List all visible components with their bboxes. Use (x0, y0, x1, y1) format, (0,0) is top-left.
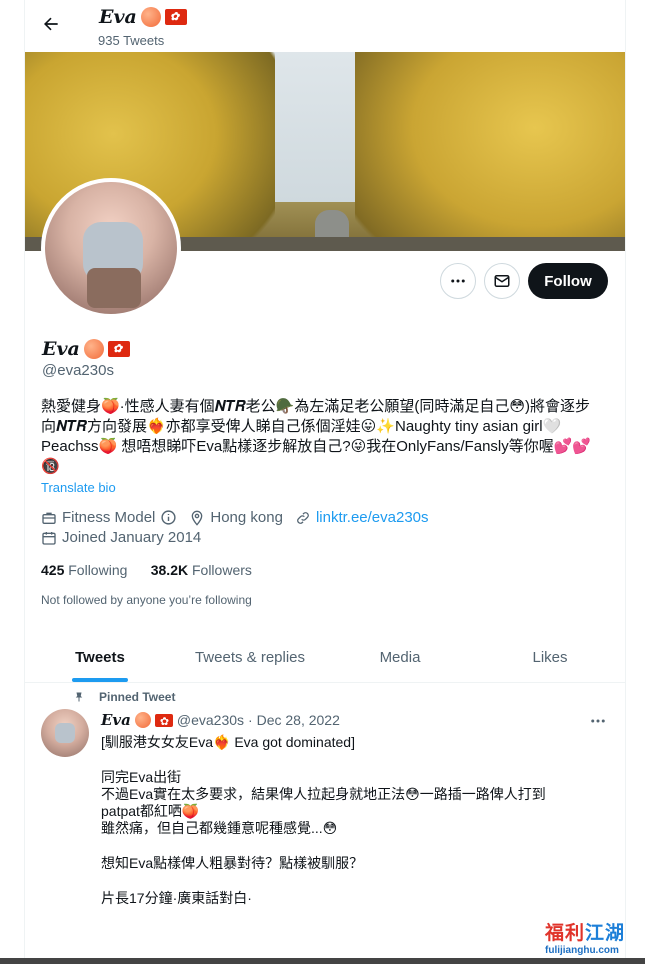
tweet-line (101, 872, 601, 890)
tab-label: Likes (532, 648, 568, 666)
banner-trees-right (355, 52, 625, 251)
watermark-text-a: 福利 (545, 923, 586, 944)
tweet-line: 雖然痛，但自己都幾鍾意呢種感覺...😳 (101, 820, 338, 836)
watermark-text-b: 江湖 (585, 923, 626, 944)
following-count: 425 (41, 562, 65, 578)
website-link[interactable]: linktr.ee/eva230s (316, 509, 429, 526)
category-text: Fitness Model (62, 509, 156, 526)
link-icon (297, 511, 309, 524)
translate-bio-link[interactable]: Translate bio (41, 480, 116, 495)
joined-row: Joined January 2014 (41, 529, 213, 546)
back-button[interactable] (33, 6, 69, 42)
avatar-skirt (87, 268, 141, 308)
tab-tweets-replies[interactable]: Tweets & replies (175, 632, 325, 682)
pin-icon (75, 692, 83, 702)
profile-name-text: Eva (42, 338, 80, 360)
watermark-url: fulijianghu.com (545, 945, 619, 956)
location-item: Hong kong (189, 509, 283, 526)
peach-emoji-icon (134, 712, 151, 728)
tweet-line: 同完Eva出街 (101, 769, 182, 785)
tweet-header: Eva @eva230s · Dec 28, 2022 (101, 711, 340, 729)
profile-bio: 熱愛健身🍑·性感人妻有個𝑵𝑻𝑹老公🪖為左滿足老公願望(同時滿足自己😳)將會逐步 … (41, 397, 611, 477)
profile-column: Eva 935 Tweets Follow Eva @eva230s 熱愛健身🍑… (24, 0, 626, 964)
pinned-indicator: Pinned Tweet (73, 690, 175, 704)
tweet-author-name[interactable]: Eva (101, 711, 131, 729)
more-horizontal-icon (451, 279, 465, 283)
tweet-date[interactable]: · Dec 28, 2022 (248, 712, 340, 728)
profile-name: Eva (42, 338, 130, 360)
bio-line: Peachss🍑 想唔想睇吓Eva點樣逐步解放自己?😜我在OnlyFans/Fa… (41, 438, 592, 455)
joined-item: Joined January 2014 (41, 529, 201, 546)
following-stat[interactable]: 425 Following (41, 562, 127, 578)
profile-header: Eva 935 Tweets (25, 0, 625, 52)
more-options-button[interactable] (440, 263, 476, 299)
tweet-avatar[interactable] (41, 709, 89, 757)
location-text: Hong kong (210, 509, 283, 526)
website-item: linktr.ee/eva230s (295, 509, 429, 526)
followers-label: Followers (191, 562, 252, 578)
more-horizontal-icon (591, 719, 605, 723)
header-name: Eva (99, 6, 187, 28)
tweet-line: 不過Eva實在太多要求，結果俾人拉起身就地正法😳一路插一路俾人打到 (101, 786, 546, 802)
followers-count: 38.2K (150, 562, 189, 578)
tweet-more-button[interactable] (585, 708, 611, 734)
tweet-line: patpat都紅哂🍑 (101, 803, 200, 819)
tweet-line: 片長17分鐘·廣東話對白· (101, 890, 252, 906)
tab-tweets[interactable]: Tweets (25, 632, 175, 682)
profile-meta-row: Fitness Model Hong kong linktr.ee/eva230… (41, 509, 441, 526)
envelope-icon (494, 275, 510, 287)
watermark-logo: 福利江湖 (545, 918, 641, 945)
category-item: Fitness Model (41, 509, 177, 526)
bio-line: 熱愛健身🍑·性感人妻有個𝑵𝑻𝑹老公🪖為左滿足老公願望(同時滿足自己😳)將會逐步 (41, 398, 590, 415)
briefcase-icon (42, 512, 56, 524)
message-button[interactable] (484, 263, 520, 299)
hong-kong-flag-icon (164, 9, 187, 25)
follow-button[interactable]: Follow (528, 263, 608, 299)
tab-likes[interactable]: Likes (475, 632, 625, 682)
tab-label: Media (379, 648, 421, 666)
tab-label: Tweets & replies (194, 648, 306, 666)
tweet-line: 想知Eva點樣俾人粗暴對待？點樣被馴服？ (101, 855, 364, 871)
follow-stats: 425 Following 38.2K Followers (41, 562, 252, 578)
tweet-line: [馴服港女女友Eva❤️‍🔥 Eva got dominated] (101, 734, 355, 750)
location-pin-icon (192, 510, 203, 526)
not-followed-note: Not followed by anyone you’re following (41, 593, 252, 607)
tab-media[interactable]: Media (325, 632, 475, 682)
hong-kong-flag-icon (107, 341, 130, 357)
avatar-top (55, 723, 75, 743)
calendar-icon (42, 531, 56, 545)
bottom-edge-bar (0, 958, 645, 964)
tweet-line (101, 751, 601, 769)
header-name-text: Eva (99, 6, 137, 28)
pinned-label: Pinned Tweet (99, 690, 176, 704)
bio-line: 向𝑵𝑻𝑹方向發展❤️‍🔥亦都享受俾人睇自己係個淫娃😛✨Naughty tiny … (41, 418, 562, 435)
profile-avatar[interactable] (41, 178, 181, 318)
joined-text: Joined January 2014 (62, 529, 202, 546)
hong-kong-flag-icon (154, 713, 173, 729)
followers-stat[interactable]: 38.2K Followers (151, 562, 252, 578)
info-icon[interactable] (160, 509, 177, 526)
peach-emoji-icon (83, 339, 104, 359)
arrow-left-icon (44, 17, 58, 31)
tab-label: Tweets (75, 648, 125, 666)
profile-handle: @eva230s (42, 362, 114, 379)
tweet-count: 935 Tweets (98, 33, 165, 48)
tweet-author-handle[interactable]: @eva230s (177, 712, 244, 728)
profile-tabs: Tweets Tweets & replies Media Likes (25, 632, 625, 683)
tweet-text: [馴服港女女友Eva❤️‍🔥 Eva got dominated] 同完Eva出… (101, 734, 601, 907)
tweet-line (101, 837, 601, 855)
following-label: Following (68, 562, 128, 578)
bio-line: 🔞 (41, 458, 60, 475)
peach-emoji-icon (140, 7, 161, 27)
active-tab-indicator (72, 678, 128, 682)
